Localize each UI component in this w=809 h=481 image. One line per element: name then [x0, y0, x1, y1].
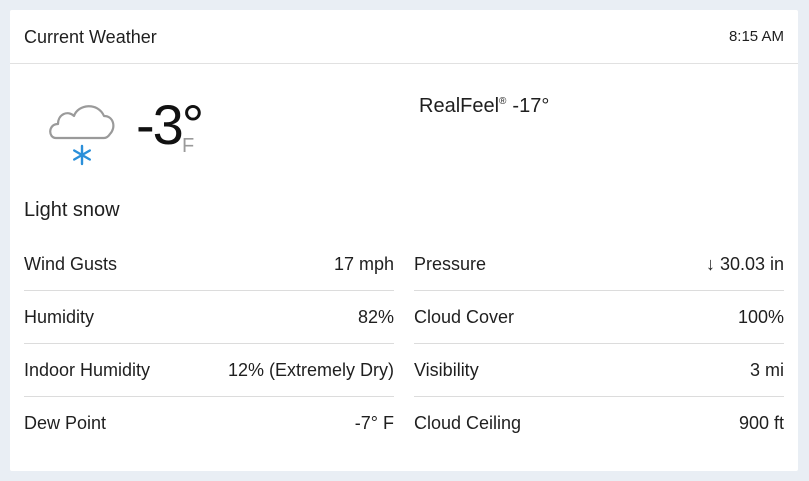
detail-label: Pressure — [414, 254, 487, 274]
detail-label: Cloud Ceiling — [414, 413, 522, 433]
detail-label: Humidity — [24, 307, 95, 327]
detail-row-humidity: Humidity 82% — [24, 291, 394, 344]
details-right-column: Pressure ↓ 30.03 in Cloud Cover 100% Vis… — [414, 238, 784, 450]
detail-value: 900 ft — [738, 413, 784, 433]
current-weather-card: Current Weather 8:15 AM -3° F RealFeel® -… — [10, 10, 798, 471]
detail-row-cloud-ceiling: Cloud Ceiling 900 ft — [414, 397, 784, 450]
detail-row-pressure: Pressure ↓ 30.03 in — [414, 238, 784, 291]
cloud-snow-icon — [46, 94, 118, 170]
detail-value: -7° F — [354, 413, 394, 433]
realfeel-value: -17° — [512, 95, 550, 117]
detail-label: Wind Gusts — [24, 254, 118, 274]
detail-row-wind-gusts: Wind Gusts 17 mph — [24, 238, 394, 291]
detail-value: ↓ 30.03 in — [705, 254, 784, 274]
detail-row-indoor-humidity: Indoor Humidity 12% (Extremely Dry) — [24, 344, 394, 397]
detail-label: Indoor Humidity — [24, 360, 151, 380]
realfeel-label: RealFeel — [419, 95, 500, 117]
detail-label: Dew Point — [24, 413, 107, 433]
detail-row-dew-point: Dew Point -7° F — [24, 397, 394, 450]
detail-row-cloud-cover: Cloud Cover 100% — [414, 291, 784, 344]
detail-label: Visibility — [414, 360, 479, 380]
observation-time: 8:15 AM — [728, 28, 784, 45]
realfeel-registered-mark: ® — [499, 96, 507, 107]
card-title: Current Weather — [24, 27, 157, 47]
detail-value: 3 mi — [749, 360, 784, 380]
temperature-display: -3° F — [136, 90, 204, 160]
card-header: Current Weather 8:15 AM — [10, 10, 798, 64]
detail-value: 17 mph — [333, 254, 394, 274]
realfeel: RealFeel® -17° — [419, 90, 549, 118]
detail-value: 12% (Extremely Dry) — [227, 360, 394, 380]
detail-label: Cloud Cover — [414, 307, 515, 327]
detail-value: 82% — [357, 307, 394, 327]
detail-row-visibility: Visibility 3 mi — [414, 344, 784, 397]
temperature-unit: F — [182, 135, 195, 157]
condition-text: Light snow — [24, 199, 120, 221]
details-left-column: Wind Gusts 17 mph Humidity 82% Indoor Hu… — [24, 238, 394, 450]
detail-value: 100% — [737, 307, 784, 327]
